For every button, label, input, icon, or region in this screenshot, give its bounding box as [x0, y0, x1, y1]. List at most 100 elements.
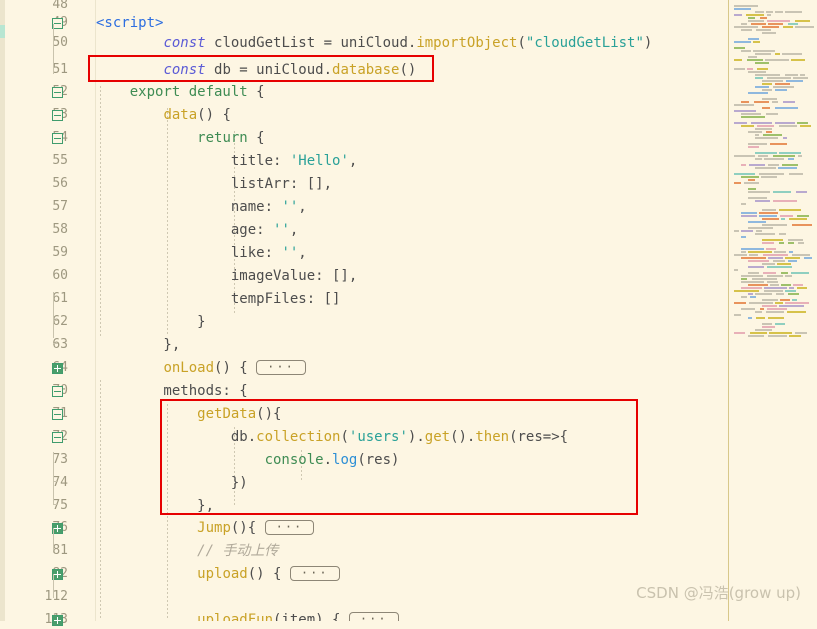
minimap-line — [741, 248, 764, 250]
minimap-line — [767, 275, 783, 277]
fold-collapse-icon[interactable] — [52, 432, 63, 443]
code-token: (){ — [256, 406, 282, 422]
fold-collapse-icon[interactable] — [52, 87, 63, 98]
code-token: name: — [96, 199, 282, 215]
line-number-gutter[interactable]: 4849505152535455565758596061626364707172… — [5, 0, 68, 627]
minimap-line — [755, 329, 772, 331]
minimap-line — [795, 26, 814, 28]
code-line[interactable]: return { — [96, 129, 264, 147]
code-line[interactable]: } — [96, 313, 205, 331]
code-minimap[interactable] — [728, 0, 817, 621]
line-number: 51 — [52, 62, 68, 77]
minimap-line — [734, 302, 746, 304]
code-token: uploadFun — [197, 612, 274, 621]
fold-expand-icon[interactable] — [52, 363, 63, 374]
minimap-line — [763, 134, 782, 136]
fold-collapse-icon[interactable] — [52, 110, 63, 121]
code-line[interactable]: <script> — [96, 14, 163, 32]
code-line[interactable]: }) — [96, 474, 248, 492]
minimap-line — [741, 116, 765, 118]
minimap-line — [769, 332, 792, 334]
minimap-line — [748, 92, 768, 94]
code-line[interactable]: title: 'Hello', — [96, 152, 357, 170]
code-line[interactable]: age: '', — [96, 221, 298, 239]
minimap-line — [782, 164, 798, 166]
line-number: 81 — [52, 543, 68, 558]
code-token: '' — [273, 222, 290, 238]
minimap-line — [788, 242, 794, 244]
minimap-line — [756, 317, 765, 319]
code-line[interactable]: getData(){ — [96, 405, 281, 423]
code-line[interactable]: listArr: [], — [96, 175, 332, 193]
code-content-area[interactable]: <script> const cloudGetList = uniCloud.i… — [96, 0, 728, 621]
code-token: () { — [214, 360, 257, 376]
line-number: 56 — [52, 176, 68, 191]
minimap-line — [741, 251, 746, 253]
fold-collapse-icon[interactable] — [52, 409, 63, 420]
collapsed-code-pill[interactable]: ··· — [256, 359, 306, 375]
code-line[interactable]: console.log(res) — [96, 451, 400, 469]
minimap-line — [759, 215, 777, 217]
code-line[interactable]: tempFiles: [] — [96, 290, 341, 308]
code-line[interactable]: export default { — [96, 83, 265, 101]
minimap-line — [748, 17, 755, 19]
minimap-line — [747, 68, 753, 70]
minimap-line — [762, 299, 778, 301]
minimap-line — [741, 275, 763, 277]
code-line[interactable]: }, — [96, 336, 180, 354]
minimap-line — [770, 284, 779, 286]
fold-collapse-icon[interactable] — [52, 133, 63, 144]
code-token: return — [197, 130, 248, 146]
minimap-line — [767, 308, 787, 310]
code-line[interactable]: uploadFun(item) { ··· — [96, 611, 399, 621]
code-editor[interactable]: 4849505152535455565758596061626364707172… — [0, 0, 817, 627]
code-line[interactable]: data() { — [96, 106, 230, 124]
code-line[interactable]: upload() { ··· — [96, 565, 340, 583]
collapsed-code-pill[interactable]: ··· — [348, 611, 399, 621]
code-token: log — [332, 452, 358, 468]
code-token: export default — [129, 84, 248, 100]
code-token: , — [298, 199, 307, 215]
code-line[interactable]: Jump(){ ··· — [96, 519, 315, 537]
code-line[interactable]: onLoad() { ··· — [96, 359, 306, 377]
minimap-line — [764, 287, 787, 289]
minimap-line — [788, 293, 799, 295]
code-line[interactable]: imageValue: [], — [96, 267, 357, 285]
code-token: , — [298, 245, 307, 261]
minimap-line — [775, 83, 790, 85]
line-number: 73 — [52, 452, 68, 467]
minimap-line — [757, 68, 768, 70]
line-number: 57 — [52, 199, 68, 214]
code-line[interactable]: const db = uniCloud.database() — [96, 61, 416, 79]
collapsed-code-pill[interactable]: ··· — [289, 565, 340, 581]
minimap-line — [751, 23, 766, 25]
code-line[interactable]: db.collection('users').get().then(res=>{ — [96, 428, 568, 446]
minimap-line — [792, 299, 797, 301]
minimap-line — [759, 173, 784, 175]
minimap-line — [762, 224, 787, 226]
minimap-line — [766, 113, 778, 115]
fold-scope-line — [53, 528, 54, 550]
minimap-line — [785, 290, 796, 292]
minimap-line — [789, 218, 807, 220]
code-line[interactable]: const cloudGetList = uniCloud.importObje… — [96, 34, 652, 52]
code-line[interactable]: name: '', — [96, 198, 307, 216]
code-token: (). — [450, 429, 476, 445]
minimap-line — [775, 107, 798, 109]
minimap-line — [734, 314, 741, 316]
minimap-line — [788, 239, 803, 241]
minimap-line — [755, 167, 776, 169]
code-token: // 手动上传 — [96, 543, 279, 559]
code-line[interactable]: }, — [96, 497, 214, 515]
minimap-line — [734, 41, 751, 43]
minimap-line — [763, 272, 776, 274]
code-line[interactable]: like: '', — [96, 244, 307, 262]
minimap-line — [748, 131, 762, 133]
code-token: , — [348, 153, 358, 169]
collapsed-code-pill[interactable]: ··· — [264, 519, 315, 535]
fold-collapse-icon[interactable] — [52, 386, 63, 397]
minimap-line — [768, 164, 779, 166]
code-line[interactable]: // 手动上传 — [96, 542, 278, 560]
code-line[interactable]: methods: { — [96, 382, 247, 400]
